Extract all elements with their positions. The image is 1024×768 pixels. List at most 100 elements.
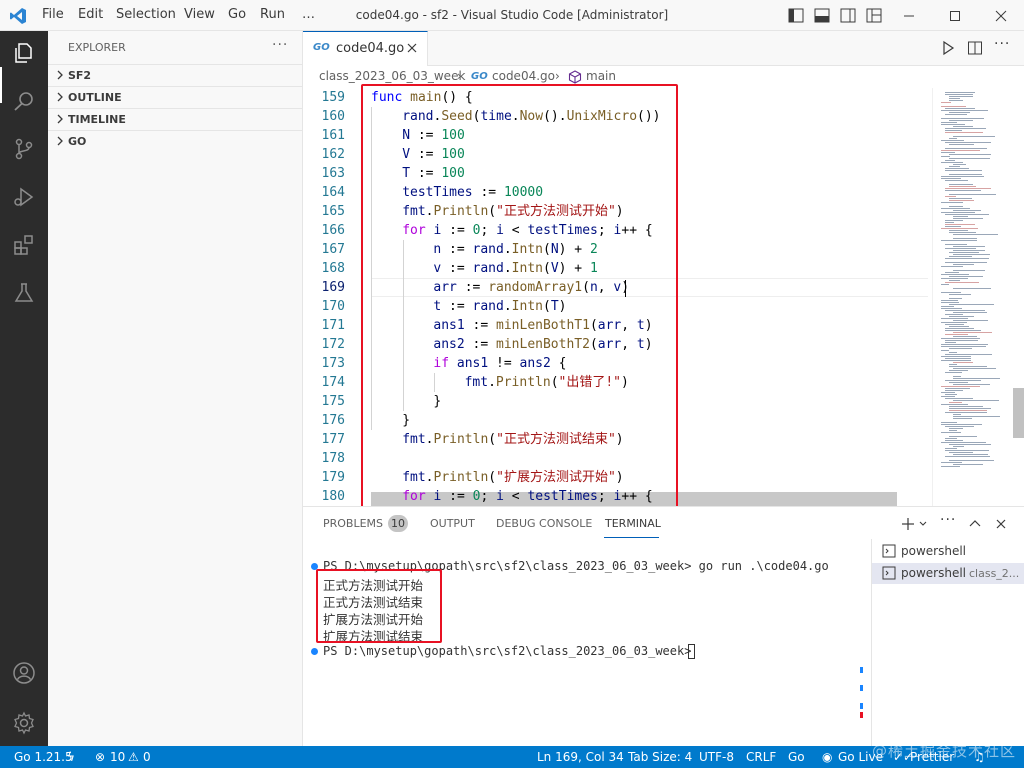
- menu-file[interactable]: File: [42, 7, 64, 22]
- breadcrumb-folder[interactable]: class_2023_06_03_week: [319, 69, 465, 83]
- explorer-icon[interactable]: [12, 41, 36, 65]
- toggle-secondary-sidebar-icon[interactable]: [840, 8, 856, 23]
- minimap-line: [949, 366, 987, 367]
- minimap-line: [941, 124, 965, 125]
- minimap-line: [941, 356, 971, 357]
- minimap-line: [941, 306, 954, 307]
- toggle-panel-icon[interactable]: [814, 8, 830, 23]
- notifications-bell-icon[interactable]: ♫: [974, 750, 985, 764]
- minimap-line: [953, 238, 977, 239]
- minimap-line: [945, 438, 957, 439]
- menu-view[interactable]: View: [184, 7, 215, 22]
- minimap-line: [949, 382, 968, 383]
- close-panel-icon[interactable]: [993, 516, 1009, 532]
- go-version[interactable]: Go 1.21.5: [14, 750, 73, 764]
- error-count[interactable]: 10: [110, 750, 125, 764]
- warning-count[interactable]: 0: [143, 750, 151, 764]
- split-editor-icon[interactable]: [967, 40, 983, 56]
- terminal-instance-powershell[interactable]: powershell: [872, 541, 1024, 562]
- explorer-title: EXPLORER: [68, 41, 126, 54]
- close-window-button[interactable]: [978, 0, 1024, 31]
- minimap-line: [945, 394, 957, 395]
- minimap[interactable]: [932, 88, 1012, 506]
- go-live[interactable]: Go Live: [838, 750, 883, 764]
- cursor-position[interactable]: Ln 169, Col 34: [537, 750, 624, 764]
- symbol-method-icon: [568, 70, 582, 84]
- minimap-line: [945, 168, 969, 169]
- source-control-icon[interactable]: [12, 137, 36, 161]
- menu-go[interactable]: Go: [228, 7, 246, 22]
- prettier[interactable]: Prettier: [910, 750, 954, 764]
- minimap-line: [953, 270, 985, 271]
- tab-output[interactable]: OUTPUT: [430, 517, 475, 530]
- breadcrumb-file[interactable]: code04.go: [492, 69, 555, 83]
- close-tab-icon[interactable]: [404, 40, 420, 56]
- new-terminal-plus-icon[interactable]: [900, 516, 916, 532]
- minimap-line: [949, 316, 974, 317]
- settings-gear-icon[interactable]: [12, 711, 36, 735]
- chevron-down-icon[interactable]: [918, 516, 928, 532]
- tab-debug-console[interactable]: DEBUG CONSOLE: [496, 517, 592, 530]
- minimap-line: [941, 346, 986, 347]
- menu-selection[interactable]: Selection: [116, 7, 176, 22]
- menu-edit[interactable]: Edit: [78, 7, 103, 22]
- minimap-line: [941, 424, 982, 425]
- language-mode[interactable]: Go: [788, 750, 805, 764]
- chevron-right-icon: ›: [457, 69, 462, 83]
- section-label: GO: [68, 135, 87, 148]
- minimap-line: [945, 456, 990, 457]
- customize-layout-icon[interactable]: [866, 8, 882, 23]
- minimap-line: [953, 218, 983, 219]
- explorer-sidebar: EXPLORER ··· SF2 OUTLINE TIMELINE GO: [48, 31, 303, 746]
- minimap-line: [953, 378, 1000, 379]
- minimap-line: [941, 396, 955, 397]
- toggle-primary-sidebar-icon[interactable]: [788, 8, 804, 23]
- go-flash-icon: ϟ: [67, 750, 75, 764]
- status-bar: Go 1.21.5 ϟ ⊗ 10 ⚠ 0 Ln 169, Col 34 Tab …: [0, 746, 1024, 768]
- minimap-line: [941, 466, 960, 467]
- editor-more-actions[interactable]: ···: [994, 36, 1010, 52]
- section-timeline[interactable]: TIMELINE: [48, 108, 303, 130]
- minimap-line: [949, 98, 960, 99]
- minimap-line: [945, 334, 968, 335]
- section-sf2[interactable]: SF2: [48, 64, 303, 86]
- minimap-line: [945, 244, 967, 245]
- section-label: TIMELINE: [68, 113, 126, 126]
- line-ending[interactable]: CRLF: [746, 750, 776, 764]
- vertical-scrollbar[interactable]: [1013, 388, 1024, 438]
- run-file-icon[interactable]: [940, 40, 956, 56]
- terminal-instance-powershell-active[interactable]: powershell class_2...: [872, 563, 1024, 584]
- testing-icon[interactable]: [12, 281, 36, 305]
- minimize-button[interactable]: [886, 0, 932, 31]
- panel-more-actions[interactable]: ···: [940, 512, 956, 528]
- minimap-line: [949, 370, 968, 371]
- minimap-line: [945, 412, 987, 413]
- tab-terminal[interactable]: TERMINAL: [605, 517, 661, 530]
- tab-code04-go[interactable]: GO code04.go: [303, 31, 428, 66]
- minimap-line: [945, 282, 979, 283]
- tab-label: code04.go: [336, 41, 405, 56]
- tab-problems[interactable]: PROBLEMS: [323, 517, 383, 530]
- extensions-icon[interactable]: [12, 233, 36, 257]
- menu-run[interactable]: Run: [260, 7, 285, 22]
- go-file-icon: GO: [471, 71, 488, 82]
- section-go[interactable]: GO: [48, 130, 303, 152]
- minimap-line: [945, 372, 962, 373]
- line-number: 161: [321, 128, 345, 143]
- minimap-line: [941, 278, 968, 279]
- explorer-more-actions[interactable]: ···: [272, 37, 288, 53]
- maximize-panel-icon[interactable]: [967, 516, 983, 532]
- tab-size[interactable]: Tab Size: 4: [628, 750, 692, 764]
- search-icon[interactable]: [12, 89, 36, 113]
- encoding[interactable]: UTF-8: [699, 750, 734, 764]
- section-outline[interactable]: OUTLINE: [48, 86, 303, 108]
- breadcrumb-symbol[interactable]: main: [586, 69, 616, 83]
- line-number: 179: [321, 470, 345, 485]
- accounts-icon[interactable]: [12, 661, 36, 685]
- maximize-button[interactable]: [932, 0, 978, 31]
- menu-more[interactable]: …: [302, 7, 315, 22]
- minimap-line: [949, 402, 962, 403]
- minimap-line: [945, 220, 963, 221]
- run-debug-icon[interactable]: [12, 185, 36, 209]
- minimap-line: [953, 250, 985, 251]
